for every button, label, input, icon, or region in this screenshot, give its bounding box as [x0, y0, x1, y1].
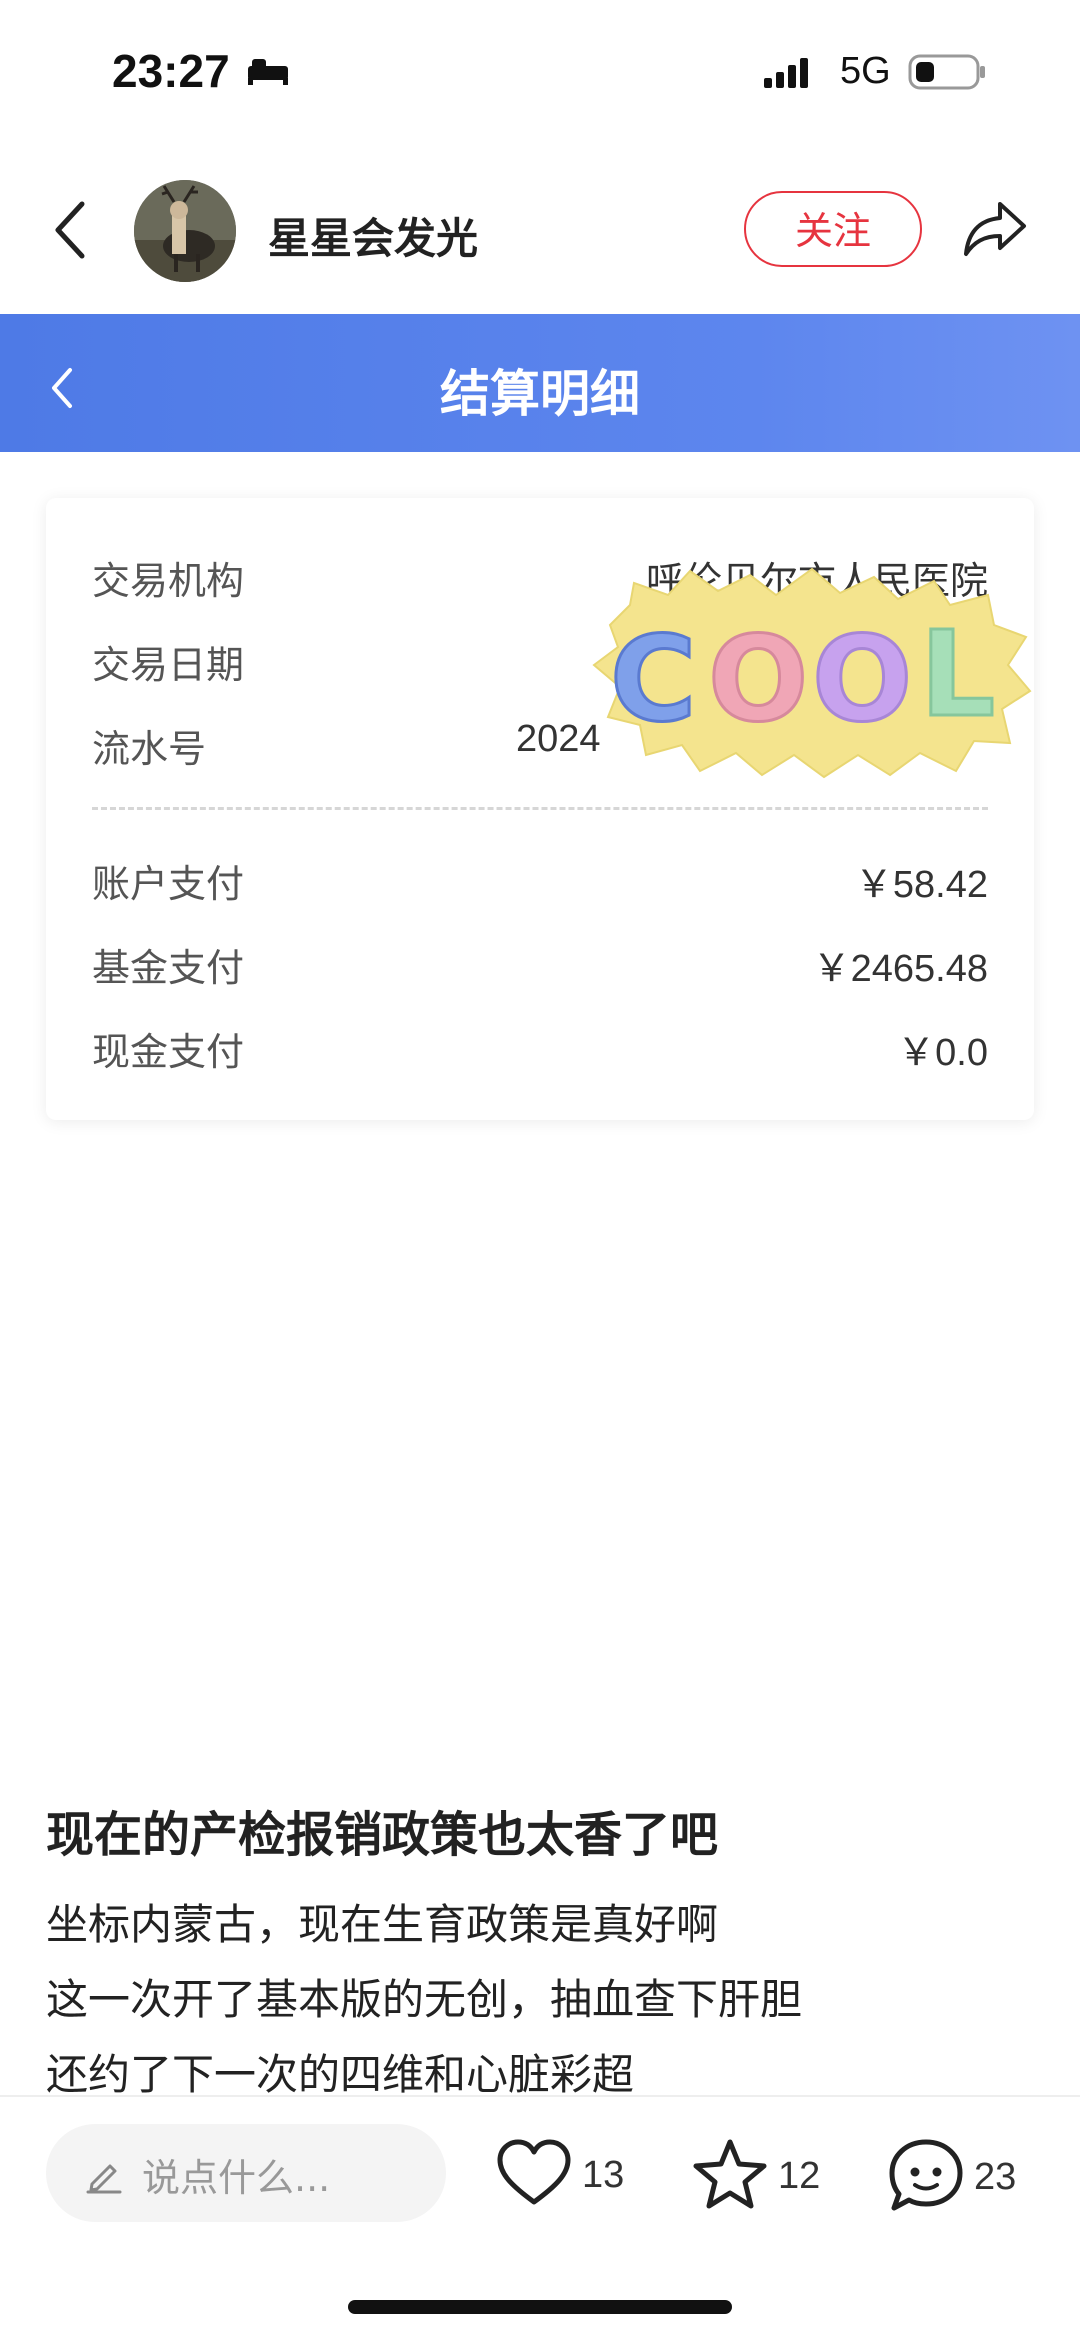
comment-placeholder[interactable]: 说点什么... [142, 2147, 330, 2202]
network-type: 5G [840, 50, 891, 92]
cool-sticker: C O O L [590, 565, 1034, 784]
share-icon[interactable] [962, 196, 1028, 264]
post-line: 还约了下一次的四维和心脏彩超 [46, 2050, 635, 2099]
svg-text:O: O [812, 610, 912, 748]
svg-text:C: C [610, 610, 697, 748]
back-icon[interactable] [50, 198, 90, 266]
institution-label: 交易机构 [92, 559, 245, 603]
serial-label: 流水号 [92, 727, 207, 771]
author-name[interactable]: 星星会发光 [268, 205, 478, 266]
dashed-divider [92, 807, 988, 810]
comment-button[interactable]: 23 [888, 2138, 1016, 2216]
like-button[interactable]: 13 [496, 2138, 624, 2212]
fund-payment-value: ￥2465.48 [812, 948, 988, 990]
fund-payment-label: 基金支付 [92, 946, 245, 990]
cash-payment-value: ￥0.0 [897, 1032, 988, 1074]
battery-icon [908, 52, 988, 96]
post-line: 坐标内蒙古，现在生育政策是真好啊 [46, 1900, 719, 1949]
favorite-count: 12 [778, 2154, 821, 2197]
bottom-divider [0, 2095, 1080, 2097]
sleep-focus-icon [246, 56, 290, 90]
date-label: 交易日期 [92, 643, 245, 687]
status-time: 23:27 [112, 45, 230, 97]
cash-payment-label: 现金支付 [92, 1030, 245, 1074]
account-payment-value: ￥58.42 [854, 864, 988, 906]
home-indicator[interactable] [348, 2300, 732, 2314]
avatar[interactable] [134, 180, 236, 282]
favorite-button[interactable]: 12 [692, 2138, 820, 2214]
comment-count: 23 [974, 2155, 1017, 2198]
post-title: 现在的产检报销政策也太香了吧 [46, 1807, 719, 1863]
page-title: 结算明细 [440, 365, 640, 423]
like-count: 13 [582, 2153, 625, 2196]
serial-value: 2024 [516, 718, 601, 760]
follow-button[interactable]: 关注 [744, 191, 922, 267]
svg-text:L: L [920, 605, 995, 743]
signal-strength-icon [764, 56, 824, 96]
account-payment-label: 账户支付 [92, 862, 245, 906]
heart-icon [496, 2138, 572, 2212]
post-line: 这一次开了基本版的无创，抽血查下肝胆 [46, 1975, 803, 2024]
comment-bubble-icon [888, 2138, 964, 2216]
pencil-icon [84, 2154, 124, 2198]
star-icon [692, 2138, 768, 2214]
svg-text:O: O [708, 610, 808, 748]
